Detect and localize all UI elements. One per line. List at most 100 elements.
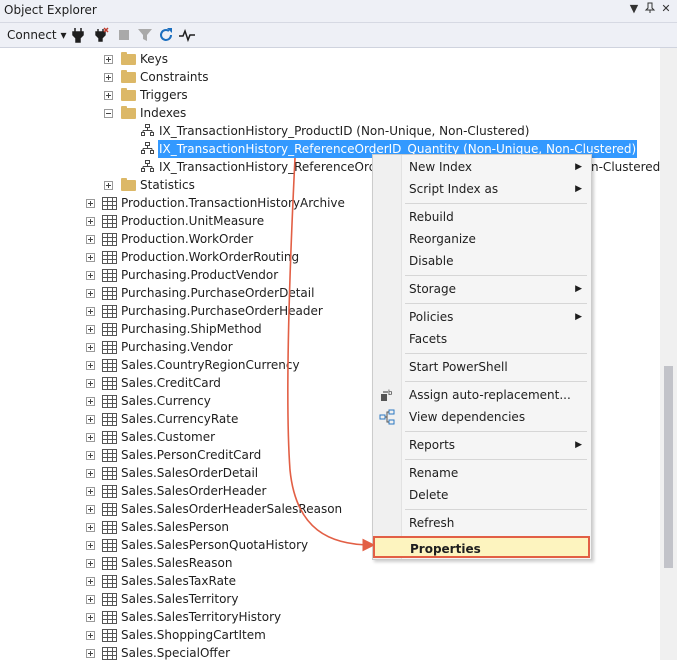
table-label: Purchasing.PurchaseOrderDetail	[121, 286, 315, 300]
connect-button[interactable]: Connect ▾	[7, 26, 66, 44]
expand-icon[interactable]	[86, 325, 95, 334]
menu-item-properties[interactable]: Properties	[373, 536, 590, 558]
expand-icon[interactable]	[86, 217, 95, 226]
tree-folder-3[interactable]: Indexes	[0, 104, 660, 122]
menu-item-label: Policies	[409, 310, 454, 324]
stop-icon[interactable]	[115, 26, 133, 44]
index-label: IX_TransactionHistory_ProductID (Non-Uni…	[159, 124, 530, 138]
menu-separator	[405, 203, 587, 204]
expand-icon[interactable]	[86, 379, 95, 388]
menu-item-reports[interactable]: Reports ▶	[374, 434, 590, 456]
scrollbar-thumb[interactable]	[664, 366, 673, 568]
table-item[interactable]: Sales.ShoppingCartItem	[0, 626, 660, 644]
menu-item-reorganize[interactable]: Reorganize	[374, 228, 590, 250]
expand-icon[interactable]	[86, 577, 95, 586]
submenu-arrow-icon: ▶	[575, 184, 582, 194]
table-label: Sales.CreditCard	[121, 376, 221, 390]
tree-folder-1[interactable]: Constraints	[0, 68, 660, 86]
table-label: Sales.SalesOrderHeader	[121, 484, 267, 498]
expand-icon[interactable]	[86, 487, 95, 496]
tree-folder-2[interactable]: Triggers	[0, 86, 660, 104]
expand-icon[interactable]	[104, 91, 113, 100]
menu-item-label: Script Index as	[409, 182, 499, 196]
folder-icon	[121, 52, 136, 65]
menu-item-policies[interactable]: Policies ▶	[374, 306, 590, 328]
expand-icon[interactable]	[86, 649, 95, 658]
expand-icon[interactable]	[86, 613, 95, 622]
table-icon	[102, 233, 117, 246]
menu-separator	[405, 509, 587, 510]
table-icon	[102, 593, 117, 606]
connect-plug-icon[interactable]	[69, 26, 87, 44]
expand-icon[interactable]	[104, 73, 113, 82]
filter-icon[interactable]	[136, 26, 154, 44]
expand-icon[interactable]	[86, 469, 95, 478]
table-label: Sales.PersonCreditCard	[121, 448, 262, 462]
table-icon	[102, 647, 117, 660]
submenu-arrow-icon: ▶	[575, 440, 582, 450]
menu-item-script-index-as[interactable]: Script Index as ▶	[374, 178, 590, 200]
table-label: Purchasing.Vendor	[121, 340, 233, 354]
window-dropdown-icon[interactable]: ▼	[626, 2, 642, 18]
expand-icon[interactable]	[86, 361, 95, 370]
table-item[interactable]: Sales.SpecialOffer	[0, 644, 660, 660]
expand-icon[interactable]	[86, 397, 95, 406]
menu-item-facets[interactable]: Facets	[374, 328, 590, 350]
expand-icon[interactable]	[86, 253, 95, 262]
toolbar: Connect ▾	[0, 23, 677, 48]
menu-item-label: Storage	[409, 282, 456, 296]
table-item[interactable]: Sales.SalesTaxRate	[0, 572, 660, 590]
menu-item-start-powershell[interactable]: Start PowerShell	[374, 356, 590, 378]
menu-item-assign-auto-replacement[interactable]: b Assign auto-replacement...	[374, 384, 590, 406]
table-item[interactable]: Sales.SalesTerritory	[0, 590, 660, 608]
expand-icon[interactable]	[104, 55, 113, 64]
window-titlebar: Object Explorer ▼ ✕	[0, 0, 677, 23]
vertical-scrollbar[interactable]	[660, 48, 677, 660]
menu-item-new-index[interactable]: New Index ▶	[374, 156, 590, 178]
menu-item-rebuild[interactable]: Rebuild	[374, 206, 590, 228]
disconnect-icon[interactable]	[92, 26, 110, 44]
expand-icon[interactable]	[86, 433, 95, 442]
table-label: Production.WorkOrderRouting	[121, 250, 300, 264]
table-item[interactable]: Sales.SalesTerritoryHistory	[0, 608, 660, 626]
menu-item-storage[interactable]: Storage ▶	[374, 278, 590, 300]
expand-icon[interactable]	[86, 415, 95, 424]
menu-item-label: New Index	[409, 160, 473, 174]
expand-icon[interactable]	[104, 181, 113, 190]
expand-icon[interactable]	[86, 595, 95, 604]
table-icon	[102, 341, 117, 354]
table-label: Sales.SalesTerritoryHistory	[121, 610, 282, 624]
expand-icon[interactable]	[86, 523, 95, 532]
expand-icon[interactable]	[86, 451, 95, 460]
index-item-0[interactable]: IX_TransactionHistory_ProductID (Non-Uni…	[0, 122, 660, 140]
menu-separator	[405, 303, 587, 304]
menu-item-delete[interactable]: Delete	[374, 484, 590, 506]
collapse-icon[interactable]	[104, 109, 113, 118]
menu-item-refresh[interactable]: Refresh	[374, 512, 590, 534]
refresh-icon[interactable]	[157, 26, 175, 44]
menu-separator	[405, 353, 587, 354]
activity-monitor-icon[interactable]	[178, 26, 196, 44]
expand-icon[interactable]	[86, 343, 95, 352]
table-icon	[102, 215, 117, 228]
expand-icon[interactable]	[86, 271, 95, 280]
expand-icon[interactable]	[86, 505, 95, 514]
expand-icon[interactable]	[86, 307, 95, 316]
expand-icon[interactable]	[86, 631, 95, 640]
table-label: Production.TransactionHistoryArchive	[121, 196, 345, 210]
menu-item-label: Rename	[409, 466, 459, 480]
close-icon[interactable]: ✕	[658, 2, 674, 18]
expand-icon[interactable]	[86, 541, 95, 550]
menu-item-rename[interactable]: Rename	[374, 462, 590, 484]
menu-item-label: Assign auto-replacement...	[409, 388, 571, 402]
expand-icon[interactable]	[86, 235, 95, 244]
pin-icon[interactable]	[642, 2, 658, 18]
expand-icon[interactable]	[86, 289, 95, 298]
table-label: Sales.SalesPersonQuotaHistory	[121, 538, 309, 552]
menu-item-disable[interactable]: Disable	[374, 250, 590, 272]
table-label: Sales.CurrencyRate	[121, 412, 239, 426]
menu-item-view-dependencies[interactable]: View dependencies	[374, 406, 590, 428]
tree-folder-0[interactable]: Keys	[0, 50, 660, 68]
expand-icon[interactable]	[86, 199, 95, 208]
expand-icon[interactable]	[86, 559, 95, 568]
